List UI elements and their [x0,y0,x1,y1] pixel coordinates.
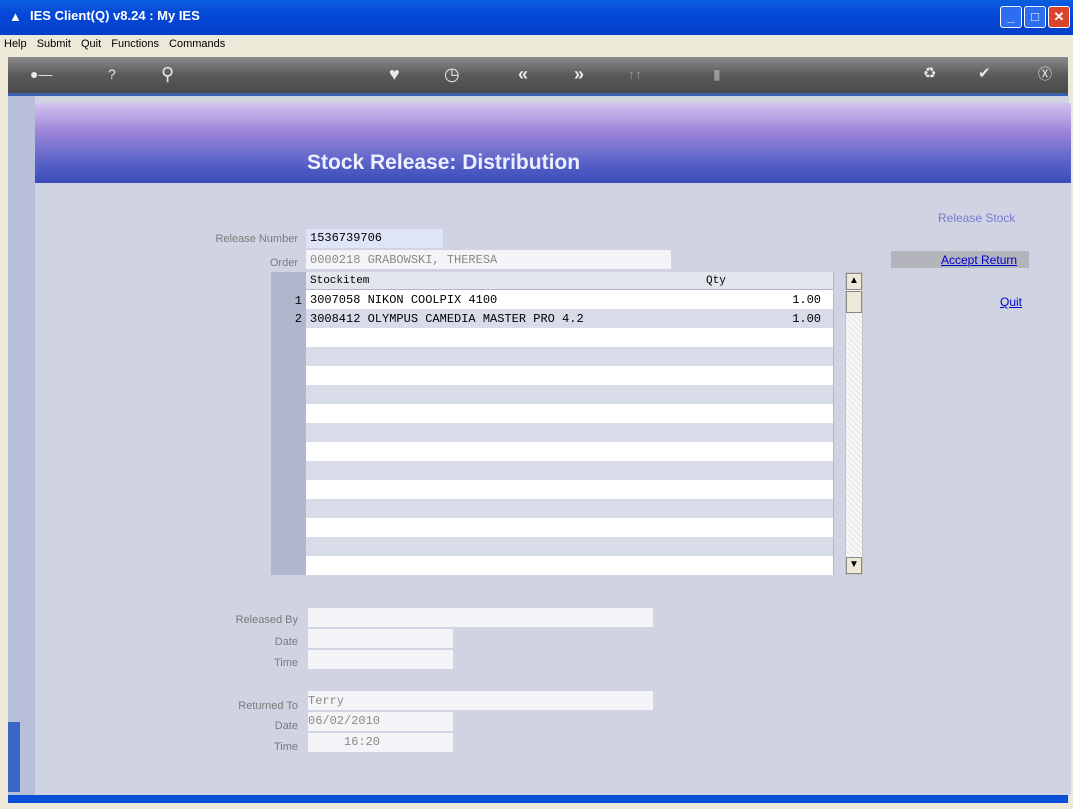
heart-icon[interactable]: ♥ [389,63,400,85]
bottom-border [8,795,1068,803]
quit-link[interactable]: Quit [1000,295,1022,309]
table-row[interactable] [306,442,833,461]
app-icon: ▲ [9,9,22,24]
search-icon[interactable]: ⚲ [161,63,174,85]
header-stockitem: Stockitem [310,275,370,287]
minimize-button[interactable]: _ [1000,6,1022,28]
table-row[interactable] [306,537,833,556]
returned-to-label: Returned To [238,700,298,712]
window-title: IES Client(Q) v8.24 : My IES [30,8,200,23]
recycle-icon[interactable]: ♻ [923,63,936,85]
page-title: Stock Release: Distribution [307,151,581,174]
table-row[interactable] [306,423,833,442]
order-label: Order [269,257,298,269]
menu-quit[interactable]: Quit [77,35,104,50]
returned-time-label: Time [273,741,298,753]
menu-bar: Help Submit Quit Functions Commands [0,35,1073,55]
grid-header: Stockitem Qty [306,272,833,289]
table-row[interactable] [306,328,833,347]
table-row[interactable]: 3008412 OLYMPUS CAMEDIA MASTER PRO 4.2 1… [306,309,833,328]
key-icon[interactable]: ●— [30,63,52,85]
close-window-button[interactable]: ✕ [1048,6,1070,28]
table-row[interactable] [306,556,833,575]
maximize-button[interactable]: □ [1024,6,1046,28]
returned-to-value: Terry [308,694,345,708]
toolbar: ●— ? ⚲ ♥ ◷ « » ↑↑ ▮ ♻ ✔ Ⓧ [8,57,1068,96]
left-strip [8,96,35,802]
returned-time-field[interactable] [308,733,453,752]
menu-commands[interactable]: Commands [165,35,228,50]
table-row[interactable] [306,404,833,423]
order-value: 0000218 GRABOWSKI, THERESA [310,253,498,267]
scroll-thumb[interactable] [846,291,862,313]
released-date-field[interactable] [308,629,453,648]
grid-scrollbar[interactable]: ▲ ▼ [845,272,863,575]
released-by-label: Released By [235,614,298,626]
forward-icon[interactable]: » [574,63,584,85]
row-index: 2 [294,312,302,326]
released-by-field[interactable] [308,608,653,627]
table-row[interactable] [306,461,833,480]
release-number-value: 1536739706 [310,231,383,245]
clock-icon[interactable]: ◷ [444,63,460,85]
page-banner: Stock Release: Distribution [35,103,1071,183]
row-item: 3008412 OLYMPUS CAMEDIA MASTER PRO 4.2 [310,312,584,326]
table-row[interactable] [306,385,833,404]
session-tab[interactable] [8,722,20,792]
returned-time-value: 16:20 [344,735,381,749]
menu-help[interactable]: Help [0,35,30,50]
close-icon[interactable]: Ⓧ [1038,63,1052,85]
menu-submit[interactable]: Submit [33,35,74,50]
returned-to-field[interactable] [308,691,653,710]
released-date-label: Date [274,636,298,648]
tools-icon[interactable]: ↑↑ [628,63,642,85]
table-row[interactable] [306,347,833,366]
help-icon[interactable]: ? [108,63,116,85]
accept-return-link[interactable]: Accept Return [941,253,1017,267]
scroll-down-icon[interactable]: ▼ [846,557,862,574]
database-icon[interactable]: ▮ [713,63,721,85]
table-row[interactable] [306,499,833,518]
table-row[interactable] [306,480,833,499]
row-qty: 1.00 [792,312,821,326]
table-row[interactable] [306,518,833,537]
released-time-label: Time [273,657,298,669]
scroll-up-icon[interactable]: ▲ [846,273,862,290]
app-window: ▲ IES Client(Q) v8.24 : My IES _ □ ✕ Hel… [0,0,1073,809]
release-stock-link[interactable]: Release Stock [938,211,1015,225]
returned-date-value: 06/02/2010 [308,714,381,728]
release-number-label: Release Number [215,233,298,245]
menu-functions[interactable]: Functions [107,35,162,50]
back-icon[interactable]: « [518,63,528,85]
header-qty: Qty [706,275,726,287]
title-bar: ▲ IES Client(Q) v8.24 : My IES _ □ ✕ [0,0,1073,35]
row-qty: 1.00 [792,293,821,307]
released-time-field[interactable] [308,650,453,669]
table-row[interactable]: 3007058 NIKON COOLPIX 4100 1.00 [306,290,833,309]
row-index: 1 [294,294,302,308]
row-item: 3007058 NIKON COOLPIX 4100 [310,293,498,307]
check-icon[interactable]: ✔ [978,63,991,85]
table-row[interactable] [306,366,833,385]
returned-date-label: Date [274,720,298,732]
